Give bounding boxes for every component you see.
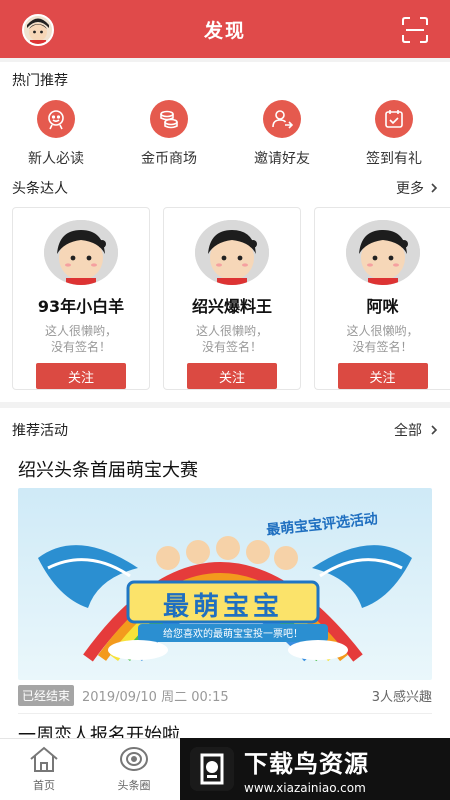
status-badge: 已经结束 [18, 684, 75, 706]
activity-date: 2019/09/10 周二 00:15 [82, 689, 229, 705]
talent-name: 绍兴爆料王 [191, 297, 272, 317]
discover-section: 热门推荐 新人必读 金币商场 邀请好友 签到有礼 头条达人 更多 93年小白羊 … [0, 62, 450, 402]
watermark-title: 下载鸟资源 [244, 749, 369, 778]
interest-count: 3人感兴趣 [371, 689, 432, 705]
banner-slogan: 给您喜欢的最萌宝宝投一票吧！ [163, 629, 303, 640]
face-badge-icon [37, 100, 75, 138]
user-avatar-icon[interactable] [22, 14, 54, 46]
app: 发现 热门推荐 新人必读 金币商场 邀请好友 签到有礼 头条达人 更多 93年小… [0, 0, 450, 800]
follow-button[interactable]: 关注 [36, 363, 126, 389]
page-title: 发现 [203, 19, 246, 42]
talent-bio: 这人很懒哟， 没有签名！ [346, 324, 419, 355]
coins-icon [150, 100, 188, 138]
watermark: 下载鸟资源 www.xiazainiao.com [180, 738, 450, 800]
quick-label: 签到有礼 [366, 151, 422, 167]
activities-section: 推荐活动 全部 绍兴头条首届萌宝大赛 最萌宝宝评选活动 最萌宝宝 给您喜欢的最萌… [0, 408, 450, 746]
activity-banner[interactable]: 最萌宝宝评选活动 最萌宝宝 给您喜欢的最萌宝宝投一票吧！ [18, 488, 432, 680]
all-label: 全部 [394, 423, 422, 439]
quick-coin-mall[interactable]: 金币商场 [127, 100, 211, 168]
talent-name: 93年小白羊 [37, 297, 125, 317]
quick-label: 邀请好友 [254, 151, 310, 167]
talent-name: 阿咪 [366, 297, 399, 317]
avatar [195, 220, 269, 286]
quick-invite[interactable]: 邀请好友 [240, 100, 324, 168]
avatar [44, 220, 118, 286]
divider [18, 713, 432, 714]
watermark-text: 下载鸟资源 www.xiazainiao.com [244, 744, 369, 795]
chevron-right-icon [431, 183, 438, 193]
watermark-url: www.xiazainiao.com [244, 780, 366, 795]
quick-label: 新人必读 [28, 151, 84, 167]
hot-recommend-title: 热门推荐 [12, 73, 68, 89]
calendar-check-icon [375, 100, 413, 138]
more-label: 更多 [396, 181, 424, 197]
talent-card[interactable]: 绍兴爆料王 这人很懒哟， 没有签名！ 关注 [163, 207, 301, 390]
home-icon [30, 746, 58, 772]
talents-title: 头条达人 [12, 181, 68, 197]
scan-icon[interactable] [402, 17, 428, 43]
activities-all-link[interactable]: 全部 [394, 420, 440, 440]
nav-label: 头条圈 [117, 779, 151, 792]
talents-more-link[interactable]: 更多 [396, 178, 440, 198]
activity-title[interactable]: 绍兴头条首届萌宝大赛 [18, 456, 198, 482]
follow-button[interactable]: 关注 [337, 363, 428, 389]
activity-meta: 已经结束 2019/09/10 周二 00:15 3人感兴趣 [18, 684, 432, 706]
talent-bio: 这人很懒哟， 没有签名！ [195, 324, 268, 355]
watermark-logo-icon [190, 747, 234, 791]
follow-button[interactable]: 关注 [187, 363, 277, 389]
chevron-right-icon [431, 425, 438, 435]
talent-card[interactable]: 93年小白羊 这人很懒哟， 没有签名！ 关注 [12, 207, 150, 390]
quick-newbie[interactable]: 新人必读 [14, 100, 98, 168]
circle-feed-icon [120, 747, 148, 771]
avatar [345, 220, 420, 286]
quick-label: 金币商场 [141, 151, 197, 167]
nav-home[interactable]: 首页 [14, 745, 74, 793]
talent-card[interactable]: 阿咪 这人很懒哟， 没有签名！ 关注 [314, 207, 450, 390]
banner-title: 最萌宝宝 [162, 592, 283, 622]
invite-user-icon [263, 100, 301, 138]
talent-bio: 这人很懒哟， 没有签名！ [44, 324, 117, 355]
nav-label: 首页 [33, 779, 55, 792]
activities-title: 推荐活动 [12, 423, 68, 439]
top-bar: 发现 [0, 0, 450, 58]
nav-feed-circle[interactable]: 头条圈 [104, 745, 164, 793]
quick-checkin[interactable]: 签到有礼 [352, 100, 436, 168]
